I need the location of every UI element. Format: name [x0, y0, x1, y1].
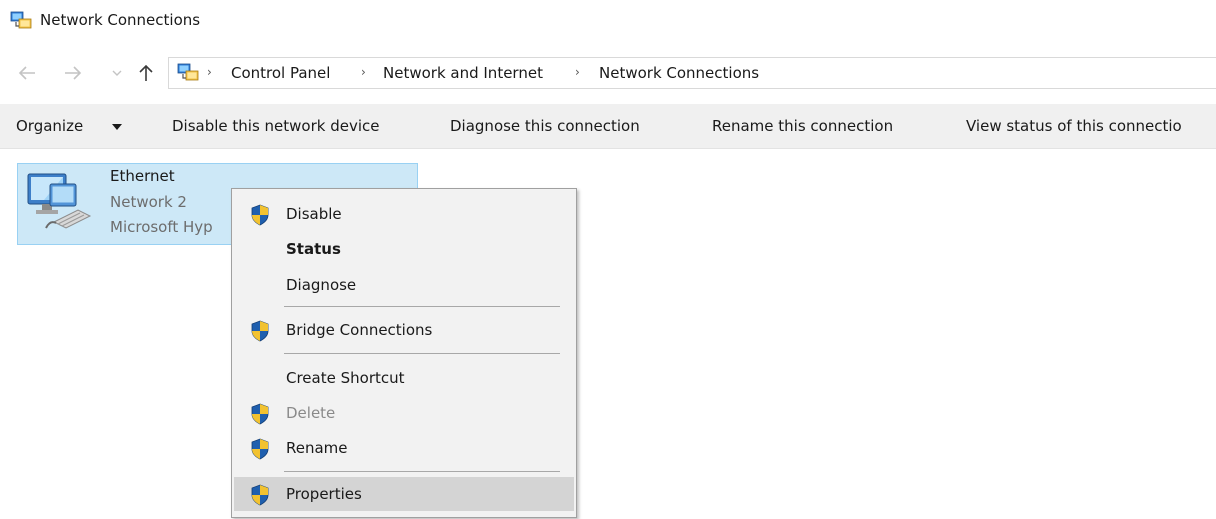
menu-label-bridge-connections: Bridge Connections [286, 321, 433, 339]
view-status-button[interactable]: View status of this connectio [966, 117, 1182, 135]
breadcrumb-network-connections[interactable]: Network Connections [599, 64, 759, 82]
menu-item-disable[interactable]: Disable [234, 197, 574, 231]
window-title: Network Connections [40, 11, 201, 29]
menu-item-delete: Delete [234, 396, 574, 430]
menu-item-bridge-connections[interactable]: Bridge Connections [234, 313, 574, 347]
up-arrow-icon [139, 64, 153, 81]
connection-name: Ethernet [110, 167, 175, 185]
menu-separator [284, 306, 560, 307]
menu-item-rename[interactable]: Rename [234, 431, 574, 465]
title-bar: Network Connections [0, 0, 1216, 44]
menu-label-rename: Rename [286, 439, 348, 457]
menu-item-status[interactable]: Status [234, 232, 574, 266]
menu-label-status: Status [286, 240, 341, 258]
menu-label-properties: Properties [286, 485, 362, 503]
breadcrumb-network-and-internet[interactable]: Network and Internet [383, 64, 543, 82]
disable-network-device-button[interactable]: Disable this network device [172, 117, 380, 135]
breadcrumb-separator-icon: › [361, 65, 366, 79]
connection-adapter: Microsoft Hyp [110, 218, 213, 236]
ethernet-adapter-icon [27, 173, 92, 229]
connection-network: Network 2 [110, 193, 187, 211]
menu-item-create-shortcut[interactable]: Create Shortcut [234, 361, 574, 395]
breadcrumb-separator-icon: › [575, 65, 580, 79]
uac-shield-icon [251, 484, 269, 506]
organize-dropdown-icon[interactable] [112, 124, 122, 130]
uac-shield-icon [251, 204, 269, 226]
menu-item-properties[interactable]: Properties [234, 477, 574, 511]
uac-shield-icon [251, 403, 269, 425]
rename-connection-button[interactable]: Rename this connection [712, 117, 893, 135]
menu-label-delete: Delete [286, 404, 336, 422]
network-connections-icon [10, 11, 32, 29]
menu-separator [284, 471, 560, 472]
context-menu: Disable Status Diagnose Bridge Connectio… [231, 188, 577, 518]
forward-button[interactable] [60, 60, 86, 86]
address-bar[interactable]: › Control Panel › Network and Internet ›… [168, 57, 1216, 89]
control-panel-icon [177, 63, 199, 81]
menu-item-diagnose[interactable]: Diagnose [234, 268, 574, 302]
command-bar: Organize Disable this network device Dia… [0, 104, 1216, 149]
breadcrumb-control-panel[interactable]: Control Panel [231, 64, 330, 82]
uac-shield-icon [251, 438, 269, 460]
forward-arrow-icon [65, 66, 82, 80]
organize-button[interactable]: Organize [16, 117, 83, 135]
uac-shield-icon [251, 320, 269, 342]
breadcrumb-separator-icon: › [207, 65, 212, 79]
diagnose-connection-button[interactable]: Diagnose this connection [450, 117, 640, 135]
back-arrow-icon [18, 66, 35, 80]
up-button[interactable] [136, 60, 156, 86]
menu-label-disable: Disable [286, 205, 342, 223]
back-button[interactable] [14, 60, 40, 86]
menu-label-create-shortcut: Create Shortcut [286, 369, 405, 387]
chevron-down-icon [112, 70, 122, 76]
menu-separator [284, 353, 560, 354]
recent-locations-button[interactable] [110, 60, 124, 86]
menu-label-diagnose: Diagnose [286, 276, 357, 294]
